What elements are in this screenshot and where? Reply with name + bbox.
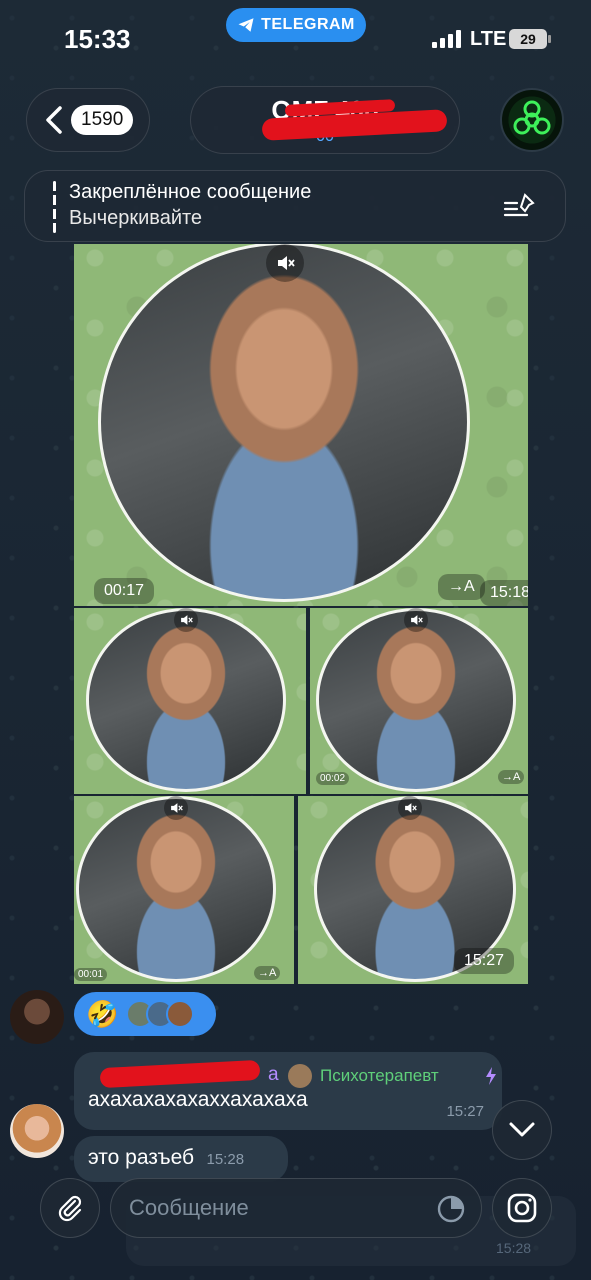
attach-button[interactable] (40, 1178, 100, 1238)
video-note-tile[interactable]: 00:01 →A (74, 796, 294, 984)
unread-count-badge: 1590 (71, 105, 134, 135)
telegram-pill-label: TELEGRAM (261, 16, 355, 33)
transcribe-button[interactable]: →A (438, 574, 485, 600)
pinned-indicator (53, 181, 56, 233)
video-note-circle[interactable] (98, 244, 470, 602)
instant-video-button[interactable] (492, 1178, 552, 1238)
transcribe-button[interactable]: →A (254, 966, 281, 980)
message-input-container[interactable] (110, 1178, 482, 1238)
message-input[interactable] (129, 1195, 419, 1221)
pin-list-icon[interactable] (503, 193, 537, 221)
message-time: 15:27 (454, 948, 515, 974)
message-time: 15:28 (206, 1151, 245, 1168)
video-note-tile[interactable]: 15:27 (298, 796, 528, 984)
rofl-reaction-icon: 🤣 (86, 998, 119, 1029)
message-bubble[interactable]: a Психотерапевт ахахахахахаххахахаха 15:… (74, 1052, 502, 1130)
video-duration: 00:01 (74, 968, 108, 981)
scroll-down-button[interactable] (492, 1100, 552, 1160)
message-time: 15:18 (480, 580, 528, 606)
sender-avatar[interactable] (10, 1104, 64, 1158)
message-text: ахахахахахаххахахаха (88, 1088, 308, 1111)
lightning-icon (486, 1067, 496, 1085)
sender-badge-avatar (288, 1064, 312, 1088)
mute-icon[interactable] (164, 796, 188, 820)
message-header: a Психотерапевт (88, 1059, 496, 1089)
mute-icon[interactable] (266, 244, 304, 282)
video-note-circle[interactable] (316, 608, 516, 792)
underlay-time: 15:28 (496, 1240, 532, 1256)
telegram-pill[interactable]: TELEGRAM (226, 8, 366, 42)
video-album[interactable]: 00:17 →A 15:18 00:02 →A 00:01 →A 15:27 (74, 244, 528, 984)
message-time: 15:27 (446, 1103, 484, 1120)
sticker-icon[interactable] (435, 1193, 467, 1225)
sender-name-suffix: a (268, 1064, 279, 1085)
redaction-mark (99, 1059, 261, 1089)
chevron-down-icon (509, 1122, 535, 1137)
pinned-title: Закреплённое сообщение (69, 181, 312, 203)
pinned-text: Вычеркивайте (69, 207, 203, 229)
sender-avatar[interactable] (10, 990, 64, 1044)
video-note-icon (507, 1193, 537, 1223)
reactions-bar[interactable]: 🤣 (74, 992, 216, 1036)
video-duration: 00:02 (316, 772, 350, 785)
back-button[interactable]: 1590 (26, 88, 150, 152)
video-note-tile[interactable] (74, 608, 306, 794)
chevron-left-icon (46, 106, 62, 134)
signal-icon (432, 30, 461, 48)
battery-level: 29 (520, 31, 536, 47)
network-type: LTE (470, 28, 507, 50)
pinned-message-bar[interactable]: Закреплённое сообщение Вычеркивайте (24, 170, 566, 242)
transcribe-button[interactable]: →A (498, 770, 525, 784)
member-role-badge: Психотерапевт (320, 1066, 439, 1085)
message-bubble[interactable]: это разъеб 15:28 (74, 1136, 288, 1182)
telegram-plane-icon (238, 18, 254, 32)
paperclip-icon (58, 1195, 82, 1222)
mute-icon[interactable] (404, 608, 428, 632)
battery-icon: 29 (509, 29, 551, 49)
video-note-circle[interactable] (76, 796, 276, 982)
mute-icon[interactable] (174, 608, 198, 632)
mute-icon[interactable] (398, 796, 422, 820)
status-time: 15:33 (64, 24, 131, 54)
video-note-tile[interactable]: 00:17 →A 15:18 (74, 244, 528, 606)
group-avatar[interactable] (500, 88, 564, 152)
video-note-tile[interactable]: 00:02 →A (310, 608, 528, 794)
biohazard-logo-icon (513, 100, 551, 135)
video-duration: 00:17 (94, 578, 155, 604)
video-note-circle[interactable] (86, 608, 286, 792)
message-text: это разъеб (88, 1146, 195, 1169)
status-bar: 15:33 TELEGRAM LTE 29 (0, 0, 591, 80)
reactor-avatar (166, 1000, 195, 1028)
